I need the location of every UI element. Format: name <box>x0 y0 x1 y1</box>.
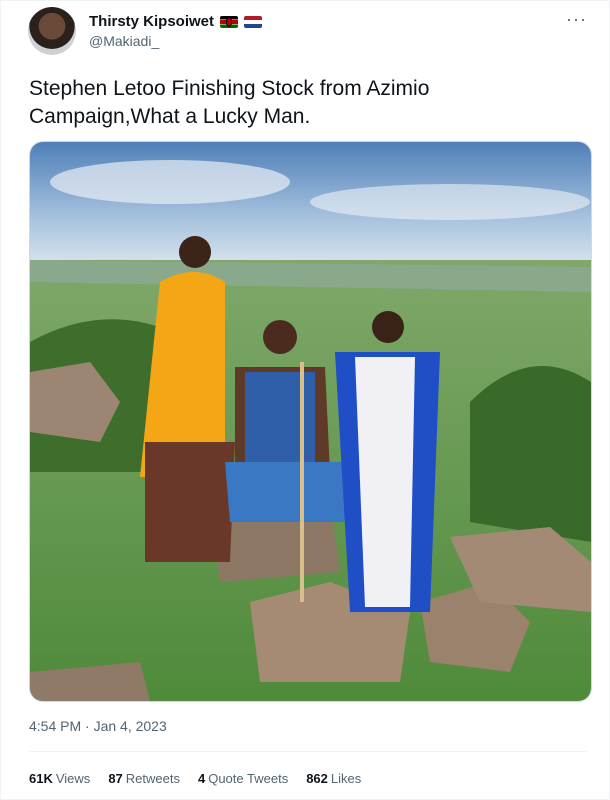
kenya-flag-icon <box>220 15 239 28</box>
retweets-stat[interactable]: 87 Retweets <box>108 771 180 786</box>
views-count: 61K <box>29 771 53 786</box>
tweet-photo[interactable] <box>29 141 592 702</box>
author-name-row: Thirsty Kipsoiwet <box>89 13 263 30</box>
tweet-text: Stephen Letoo Finishing Stock from Azimi… <box>29 77 430 128</box>
photo-illustration <box>30 142 591 701</box>
quote-tweets-label: Quote Tweets <box>208 771 289 786</box>
tweet-timestamp[interactable]: 4:54 PM · Jan 4, 2023 <box>29 718 167 734</box>
author-display-name[interactable]: Thirsty Kipsoiwet <box>89 13 214 30</box>
views-label: Views <box>55 771 91 786</box>
tweet-card: Thirsty Kipsoiwet @Makiadi_ ··· Stephen … <box>0 0 610 800</box>
likes-label: Likes <box>330 771 362 786</box>
retweets-label: Retweets <box>125 771 180 786</box>
quote-tweets-count: 4 <box>197 771 206 786</box>
retweets-count: 87 <box>108 771 123 786</box>
likes-stat[interactable]: 862 Likes <box>306 771 361 786</box>
netherlands-flag-icon <box>244 15 263 28</box>
quote-tweets-stat[interactable]: 4 Quote Tweets <box>198 771 288 786</box>
more-options-icon[interactable]: ··· <box>566 9 587 30</box>
tweet-stats: 61K Views 87 Retweets 4 Quote Tweets 862 Lik… <box>29 771 361 786</box>
views-stat[interactable]: 61K Views <box>29 771 90 786</box>
author-avatar[interactable] <box>28 7 76 55</box>
author-handle[interactable]: @Makiadi_ <box>89 33 159 49</box>
likes-count: 862 <box>306 771 328 786</box>
divider <box>29 751 587 752</box>
